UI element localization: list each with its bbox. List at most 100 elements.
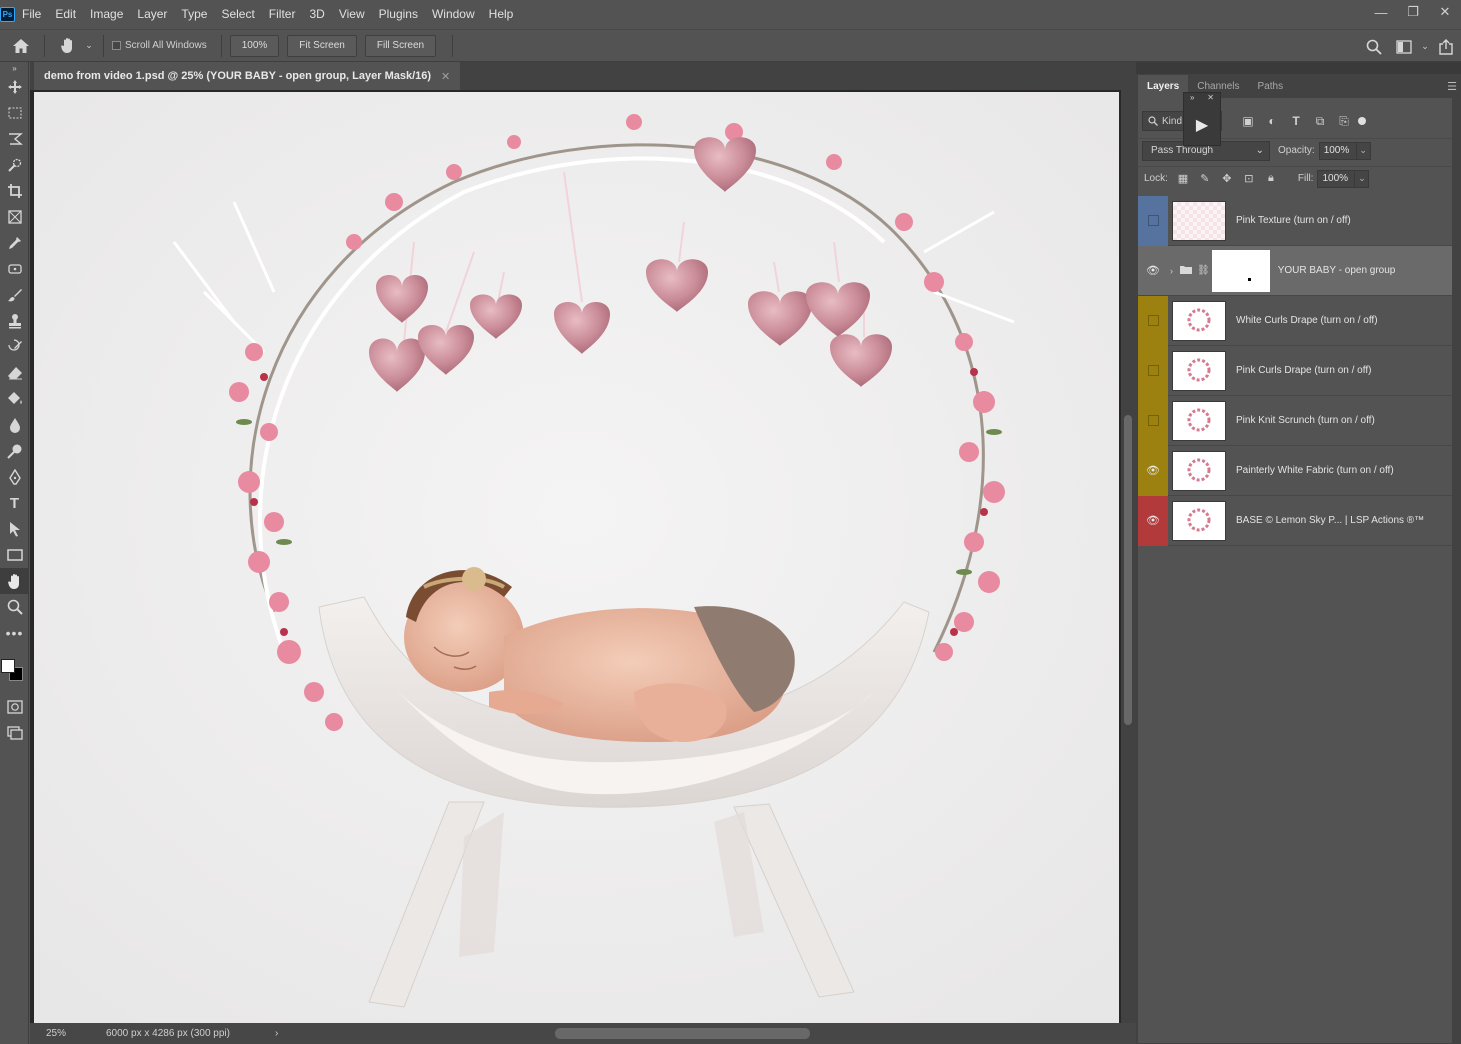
menu-plugins[interactable]: Plugins [372, 0, 425, 29]
history-brush-tool-icon[interactable] [0, 334, 29, 360]
layer-row[interactable]: Pink Curls Drape (turn on / off) [1138, 345, 1452, 396]
mask-link-icon[interactable]: ⛓︎ [1197, 265, 1210, 276]
horizontal-scroll-thumb[interactable] [555, 1028, 810, 1039]
layer-mask-thumbnail[interactable] [1211, 249, 1270, 292]
document-tab[interactable]: demo from video 1.psd @ 25% (YOUR BABY -… [34, 62, 461, 90]
menu-layer[interactable]: Layer [130, 0, 174, 29]
chevron-down-icon[interactable]: ⌄ [1419, 32, 1431, 62]
lock-transparent-icon[interactable]: ▦ [1172, 172, 1194, 185]
lock-artboard-icon[interactable]: ⊡ [1238, 172, 1260, 185]
lock-position-icon[interactable]: ✥ [1216, 172, 1238, 185]
pen-tool-icon[interactable] [0, 464, 29, 490]
lock-image-icon[interactable]: ✎ [1194, 172, 1216, 185]
blur-tool-icon[interactable] [0, 412, 29, 438]
layer-visibility-toggle[interactable]: 👁︎ [1138, 445, 1168, 496]
horizontal-scrollbar[interactable] [300, 1028, 1106, 1039]
chevron-down-icon[interactable]: ⌄ [1355, 169, 1370, 188]
marquee-tool-icon[interactable] [0, 100, 29, 126]
menu-3d[interactable]: 3D [302, 0, 331, 29]
hand-tool-icon[interactable] [0, 568, 29, 594]
layer-visibility-toggle[interactable] [1138, 395, 1168, 446]
filter-toggle-icon[interactable] [1358, 117, 1366, 125]
layer-row[interactable]: 👁︎ › ⛓︎ YOUR BABY - open group [1138, 246, 1452, 296]
chevron-down-icon[interactable]: ⌄ [83, 31, 95, 61]
filter-type-icon[interactable]: T [1284, 114, 1308, 128]
clone-stamp-tool-icon[interactable] [0, 308, 29, 334]
layer-visibility-toggle[interactable]: 👁︎ [1138, 246, 1168, 296]
vertical-scroll-thumb[interactable] [1124, 415, 1132, 725]
layer-visibility-toggle[interactable] [1138, 345, 1168, 396]
status-menu-arrow[interactable]: › [275, 1028, 295, 1039]
menu-image[interactable]: Image [83, 0, 130, 29]
move-tool-icon[interactable] [0, 74, 29, 100]
zoom-100-button[interactable]: 100% [229, 34, 280, 57]
menu-select[interactable]: Select [214, 0, 261, 29]
foreground-color-swatch[interactable] [1, 659, 15, 673]
paint-bucket-tool-icon[interactable] [0, 386, 29, 412]
menu-edit[interactable]: Edit [48, 0, 83, 29]
frame-tool-icon[interactable] [0, 204, 29, 230]
lock-all-icon[interactable]: 🔒︎ [1260, 172, 1282, 185]
collapse-toolbar-icon[interactable]: » [0, 62, 29, 74]
more-tools-icon[interactable]: ••• [0, 620, 29, 646]
close-tab-icon[interactable]: ✕ [441, 70, 450, 83]
lasso-tool-icon[interactable] [0, 126, 29, 152]
rectangle-tool-icon[interactable] [0, 542, 29, 568]
filter-adjustment-icon[interactable]: ◐ [1260, 114, 1284, 128]
screen-mode-icon[interactable] [0, 720, 29, 746]
menu-filter[interactable]: Filter [262, 0, 303, 29]
eyedropper-tool-icon[interactable] [0, 230, 29, 256]
minimize-button[interactable]: — [1365, 0, 1397, 24]
quick-mask-icon[interactable] [0, 694, 29, 720]
filter-pixel-icon[interactable]: ▣ [1236, 114, 1260, 128]
expand-icon[interactable]: » [1190, 93, 1194, 105]
search-icon[interactable] [1359, 32, 1389, 62]
layer-row[interactable]: White Curls Drape (turn on / off) [1138, 295, 1452, 346]
expand-group-icon[interactable]: › [1170, 266, 1173, 276]
tab-layers[interactable]: Layers [1138, 75, 1189, 98]
menu-file[interactable]: File [15, 0, 48, 29]
menu-type[interactable]: Type [174, 0, 214, 29]
menu-window[interactable]: Window [425, 0, 482, 29]
brush-tool-icon[interactable] [0, 282, 29, 308]
menu-help[interactable]: Help [482, 0, 521, 29]
document-canvas[interactable] [34, 92, 1119, 1023]
layer-row[interactable]: 👁︎ Painterly White Fabric (turn on / off… [1138, 445, 1452, 496]
layer-visibility-toggle[interactable]: 👁︎ [1138, 495, 1168, 546]
filter-smart-object-icon[interactable]: ⎘ [1332, 114, 1356, 129]
share-icon[interactable] [1431, 32, 1461, 62]
layer-row[interactable]: 👁︎ BASE © Lemon Sky P... | LSP Actions ®… [1138, 495, 1452, 546]
crop-tool-icon[interactable] [0, 178, 29, 204]
scroll-all-windows-checkbox[interactable]: Scroll All Windows [112, 40, 207, 51]
fill-screen-button[interactable]: Fill Screen [364, 34, 437, 57]
home-icon[interactable] [6, 31, 36, 61]
layer-visibility-toggle[interactable] [1138, 195, 1168, 246]
dodge-tool-icon[interactable] [0, 438, 29, 464]
play-action-icon[interactable]: ▶ [1184, 115, 1220, 135]
type-tool-icon[interactable]: T [0, 490, 29, 516]
menu-view[interactable]: View [332, 0, 372, 29]
restore-button[interactable]: ❐ [1397, 0, 1429, 24]
close-icon[interactable]: ✕ [1207, 93, 1214, 105]
layers-scrollbar[interactable] [1452, 98, 1461, 1043]
checkbox-box[interactable] [112, 41, 121, 50]
quick-selection-tool-icon[interactable] [0, 152, 29, 178]
hand-tool-icon[interactable] [53, 31, 83, 61]
tab-paths[interactable]: Paths [1249, 75, 1293, 98]
path-selection-tool-icon[interactable] [0, 516, 29, 542]
vertical-scrollbar[interactable] [1121, 90, 1136, 1023]
canvas-area[interactable] [30, 90, 1121, 1023]
chevron-down-icon[interactable]: ⌄ [1356, 141, 1371, 160]
filter-shape-icon[interactable]: ⧉ [1308, 114, 1332, 129]
zoom-tool-icon[interactable] [0, 594, 29, 620]
layer-row[interactable]: Pink Texture (turn on / off) [1138, 195, 1452, 246]
eraser-tool-icon[interactable] [0, 360, 29, 386]
close-button[interactable]: ✕ [1429, 0, 1461, 24]
spot-healing-tool-icon[interactable] [0, 256, 29, 282]
panel-collapse-bar[interactable] [1136, 62, 1461, 74]
workspace-icon[interactable] [1389, 32, 1419, 62]
fill-input[interactable]: 100% [1317, 169, 1356, 188]
layer-row[interactable]: Pink Knit Scrunch (turn on / off) [1138, 395, 1452, 446]
layer-visibility-toggle[interactable] [1138, 295, 1168, 346]
fit-screen-button[interactable]: Fit Screen [287, 34, 357, 57]
